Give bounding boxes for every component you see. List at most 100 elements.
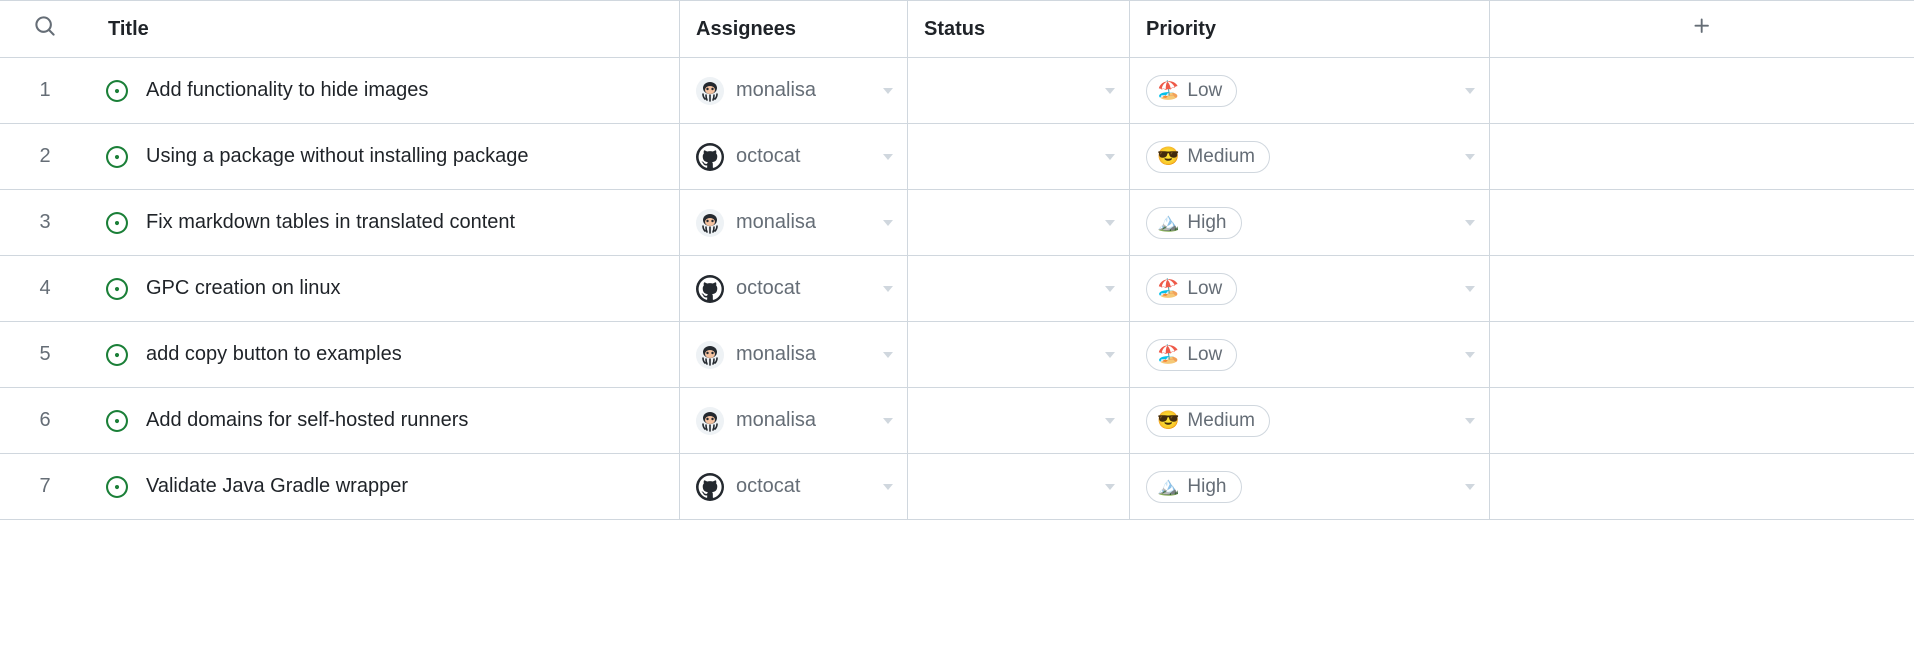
table-row: 3 Fix markdown tables in translated cont…: [0, 190, 1914, 256]
row-trailing-cell: [1490, 322, 1914, 387]
project-table: Title Assignees Status Priority 1 Add fu…: [0, 0, 1914, 520]
chevron-down-icon: [1465, 88, 1475, 94]
assignee-name: monalisa: [736, 409, 816, 432]
status-cell[interactable]: [908, 58, 1130, 123]
table-row: 6 Add domains for self-hosted runners mo…: [0, 388, 1914, 454]
priority-cell[interactable]: 🏖️ Low: [1130, 322, 1490, 387]
chevron-down-icon: [883, 220, 893, 226]
priority-cell[interactable]: 😎 Medium: [1130, 388, 1490, 453]
assignee-cell[interactable]: monalisa: [680, 58, 908, 123]
priority-pill: 🏔️ High: [1146, 471, 1242, 503]
row-number-text: 2: [39, 145, 50, 168]
row-number-text: 1: [39, 79, 50, 102]
status-cell[interactable]: [908, 256, 1130, 321]
chevron-down-icon: [1105, 88, 1115, 94]
row-number: 7: [0, 454, 90, 519]
search-cell[interactable]: [0, 1, 90, 57]
row-number-text: 4: [39, 277, 50, 300]
title-cell[interactable]: Using a package without installing packa…: [90, 124, 680, 189]
chevron-down-icon: [1105, 484, 1115, 490]
status-cell[interactable]: [908, 388, 1130, 453]
avatar: [696, 77, 724, 105]
priority-label: High: [1187, 476, 1226, 498]
row-number: 3: [0, 190, 90, 255]
chevron-down-icon: [1105, 352, 1115, 358]
avatar: [696, 341, 724, 369]
issue-title: Add domains for self-hosted runners: [146, 409, 468, 432]
priority-pill: 🏖️ Low: [1146, 273, 1237, 305]
title-cell[interactable]: Add functionality to hide images: [90, 58, 680, 123]
chevron-down-icon: [883, 352, 893, 358]
row-number: 4: [0, 256, 90, 321]
issue-title: add copy button to examples: [146, 343, 402, 366]
priority-label: Medium: [1187, 146, 1255, 168]
chevron-down-icon: [1465, 484, 1475, 490]
avatar: [696, 275, 724, 303]
column-header-title[interactable]: Title: [90, 1, 680, 57]
priority-pill: 🏖️ Low: [1146, 75, 1237, 107]
chevron-down-icon: [1105, 154, 1115, 160]
assignee-cell[interactable]: monalisa: [680, 190, 908, 255]
row-trailing-cell: [1490, 124, 1914, 189]
assignee-name: monalisa: [736, 343, 816, 366]
issue-open-icon: [106, 146, 128, 168]
chevron-down-icon: [1465, 418, 1475, 424]
priority-emoji: 🏔️: [1157, 212, 1179, 233]
chevron-down-icon: [1105, 286, 1115, 292]
assignee-name: octocat: [736, 145, 800, 168]
issue-title: Validate Java Gradle wrapper: [146, 475, 408, 498]
priority-pill: 😎 Medium: [1146, 141, 1270, 173]
priority-label: Low: [1187, 278, 1222, 300]
title-cell[interactable]: GPC creation on linux: [90, 256, 680, 321]
issue-open-icon: [106, 476, 128, 498]
table-header-row: Title Assignees Status Priority: [0, 0, 1914, 58]
table-row: 7 Validate Java Gradle wrapper octocat 🏔…: [0, 454, 1914, 520]
avatar: [696, 473, 724, 501]
column-header-status-label: Status: [924, 18, 985, 41]
search-icon: [34, 15, 56, 43]
priority-label: High: [1187, 212, 1226, 234]
issue-open-icon: [106, 344, 128, 366]
column-header-priority[interactable]: Priority: [1130, 1, 1490, 57]
title-cell[interactable]: add copy button to examples: [90, 322, 680, 387]
title-cell[interactable]: Fix markdown tables in translated conten…: [90, 190, 680, 255]
assignee-cell[interactable]: octocat: [680, 454, 908, 519]
assignee-cell[interactable]: monalisa: [680, 322, 908, 387]
row-trailing-cell: [1490, 256, 1914, 321]
row-number-text: 6: [39, 409, 50, 432]
add-column-button[interactable]: [1490, 1, 1914, 57]
column-header-assignees[interactable]: Assignees: [680, 1, 908, 57]
priority-cell[interactable]: 🏖️ Low: [1130, 256, 1490, 321]
row-number-text: 5: [39, 343, 50, 366]
table-row: 4 GPC creation on linux octocat 🏖️ Low: [0, 256, 1914, 322]
issue-title: Fix markdown tables in translated conten…: [146, 211, 515, 234]
avatar: [696, 407, 724, 435]
priority-pill: 😎 Medium: [1146, 405, 1270, 437]
title-cell[interactable]: Validate Java Gradle wrapper: [90, 454, 680, 519]
status-cell[interactable]: [908, 190, 1130, 255]
chevron-down-icon: [883, 484, 893, 490]
status-cell[interactable]: [908, 322, 1130, 387]
column-header-status[interactable]: Status: [908, 1, 1130, 57]
row-trailing-cell: [1490, 388, 1914, 453]
priority-cell[interactable]: 🏔️ High: [1130, 454, 1490, 519]
plus-icon: [1692, 16, 1712, 42]
assignee-name: monalisa: [736, 79, 816, 102]
priority-cell[interactable]: 🏖️ Low: [1130, 58, 1490, 123]
priority-emoji: 🏖️: [1157, 278, 1179, 299]
status-cell[interactable]: [908, 124, 1130, 189]
priority-cell[interactable]: 🏔️ High: [1130, 190, 1490, 255]
chevron-down-icon: [1465, 286, 1475, 292]
assignee-cell[interactable]: octocat: [680, 124, 908, 189]
title-cell[interactable]: Add domains for self-hosted runners: [90, 388, 680, 453]
assignee-cell[interactable]: octocat: [680, 256, 908, 321]
column-header-assignees-label: Assignees: [696, 18, 796, 41]
priority-emoji: 😎: [1157, 410, 1179, 431]
issue-title: GPC creation on linux: [146, 277, 341, 300]
row-number: 2: [0, 124, 90, 189]
priority-emoji: 😎: [1157, 146, 1179, 167]
priority-cell[interactable]: 😎 Medium: [1130, 124, 1490, 189]
assignee-cell[interactable]: monalisa: [680, 388, 908, 453]
status-cell[interactable]: [908, 454, 1130, 519]
assignee-name: octocat: [736, 475, 800, 498]
